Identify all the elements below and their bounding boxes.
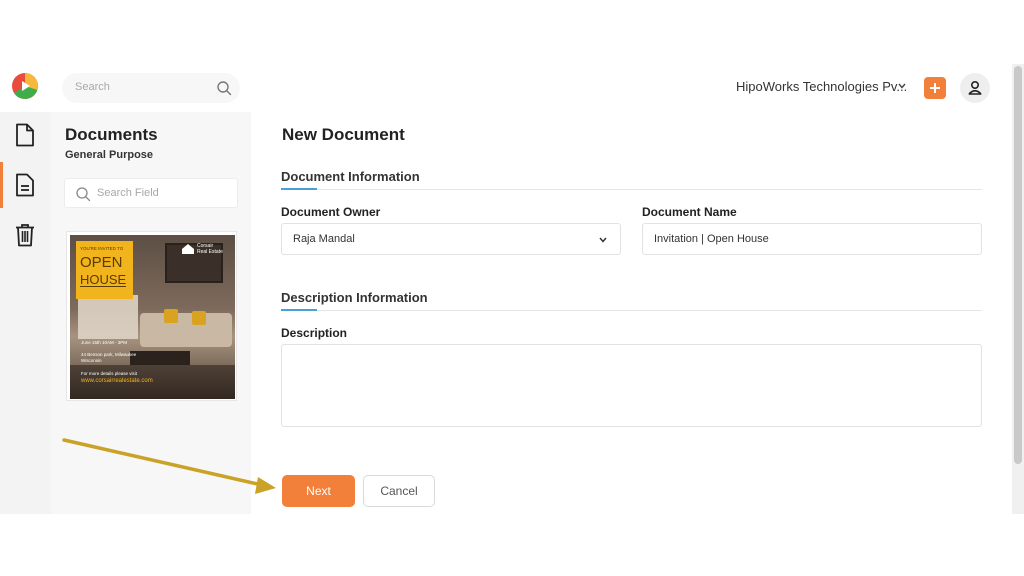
- document-owner-value: Raja Mandal: [293, 233, 355, 245]
- flyer-brand-2: Real Estate: [197, 249, 223, 255]
- global-search-input[interactable]: Search: [62, 73, 240, 103]
- app-window: Search HipoWorks Technologies Pv... Docu…: [0, 64, 1024, 514]
- cancel-button[interactable]: Cancel: [363, 475, 435, 507]
- document-list-icon: [16, 173, 34, 197]
- plus-icon: [930, 83, 940, 93]
- document-owner-select[interactable]: Raja Mandal: [281, 223, 621, 255]
- flyer-date: June 15th 10AM - 3PM: [81, 340, 128, 345]
- documents-category: General Purpose: [65, 149, 154, 161]
- add-new-button[interactable]: [924, 77, 946, 99]
- document-name-label: Document Name: [642, 205, 737, 219]
- page-title: New Document: [282, 125, 405, 144]
- open-house-flyer-image: YOU'RE INVITED TO OPEN HOUSE Corsair Rea…: [70, 235, 235, 399]
- chevron-down-icon[interactable]: [897, 81, 907, 91]
- flyer-headline-2: HOUSE: [80, 272, 127, 287]
- next-button[interactable]: Next: [282, 475, 355, 507]
- chevron-down-icon: [599, 237, 607, 243]
- section-divider: [281, 189, 982, 190]
- section-accent-bar: [281, 309, 317, 311]
- left-rail: [0, 112, 51, 514]
- document-thumbnail-card[interactable]: YOU'RE INVITED TO OPEN HOUSE Corsair Rea…: [66, 231, 237, 401]
- section-title-description-info: Description Information: [281, 290, 428, 305]
- user-icon: [968, 81, 982, 95]
- sidebar-item-files[interactable]: [0, 112, 51, 158]
- document-name-input[interactable]: Invitation | Open House: [642, 223, 982, 255]
- search-icon: [76, 187, 91, 202]
- flyer-badge: YOU'RE INVITED TO OPEN HOUSE: [76, 241, 133, 299]
- sidebar-item-documents[interactable]: [0, 162, 51, 208]
- flyer-details: For more details please visit: [81, 371, 138, 376]
- scrollbar-thumb[interactable]: [1014, 66, 1022, 464]
- new-document-form: New Document Document Information Docume…: [251, 112, 1012, 514]
- sofa-cushion: [192, 311, 206, 325]
- description-textarea[interactable]: [281, 344, 982, 427]
- flyer-headline-1: OPEN: [80, 254, 123, 271]
- flyer-address-2: Wisconsin: [81, 358, 102, 363]
- flyer-invite-text: YOU'RE INVITED TO: [80, 246, 124, 251]
- documents-panel: Documents General Purpose Search Field Y…: [51, 112, 251, 514]
- sidebar-item-trash[interactable]: [0, 212, 51, 258]
- document-owner-label: Document Owner: [281, 205, 381, 219]
- document-name-value: Invitation | Open House: [654, 233, 769, 245]
- search-field-input[interactable]: Search Field: [64, 178, 238, 208]
- section-title-document-info: Document Information: [281, 169, 420, 184]
- documents-title: Documents: [65, 125, 158, 144]
- top-bar: Search HipoWorks Technologies Pv...: [0, 64, 1012, 112]
- trash-icon: [16, 224, 34, 247]
- user-avatar[interactable]: [960, 73, 990, 103]
- flyer-website: www.corsairrealestate.com: [81, 378, 153, 384]
- search-icon[interactable]: [216, 80, 232, 96]
- flyer-address-1: 44 Benson park, Milwaukee: [81, 352, 137, 357]
- file-icon: [16, 123, 34, 147]
- organization-name[interactable]: HipoWorks Technologies Pv...: [736, 79, 907, 94]
- sofa-cushion: [164, 309, 178, 323]
- room-table: [130, 351, 190, 365]
- app-logo-icon[interactable]: [11, 72, 39, 100]
- section-divider: [281, 310, 982, 311]
- page-scrollbar[interactable]: [1012, 64, 1024, 514]
- room-bed: [78, 295, 138, 339]
- room-sofa: [140, 313, 232, 347]
- home-icon: [182, 244, 194, 254]
- description-label: Description: [281, 326, 348, 340]
- search-field-placeholder: Search Field: [97, 187, 159, 199]
- section-accent-bar: [281, 188, 317, 190]
- global-search-placeholder: Search: [75, 81, 110, 93]
